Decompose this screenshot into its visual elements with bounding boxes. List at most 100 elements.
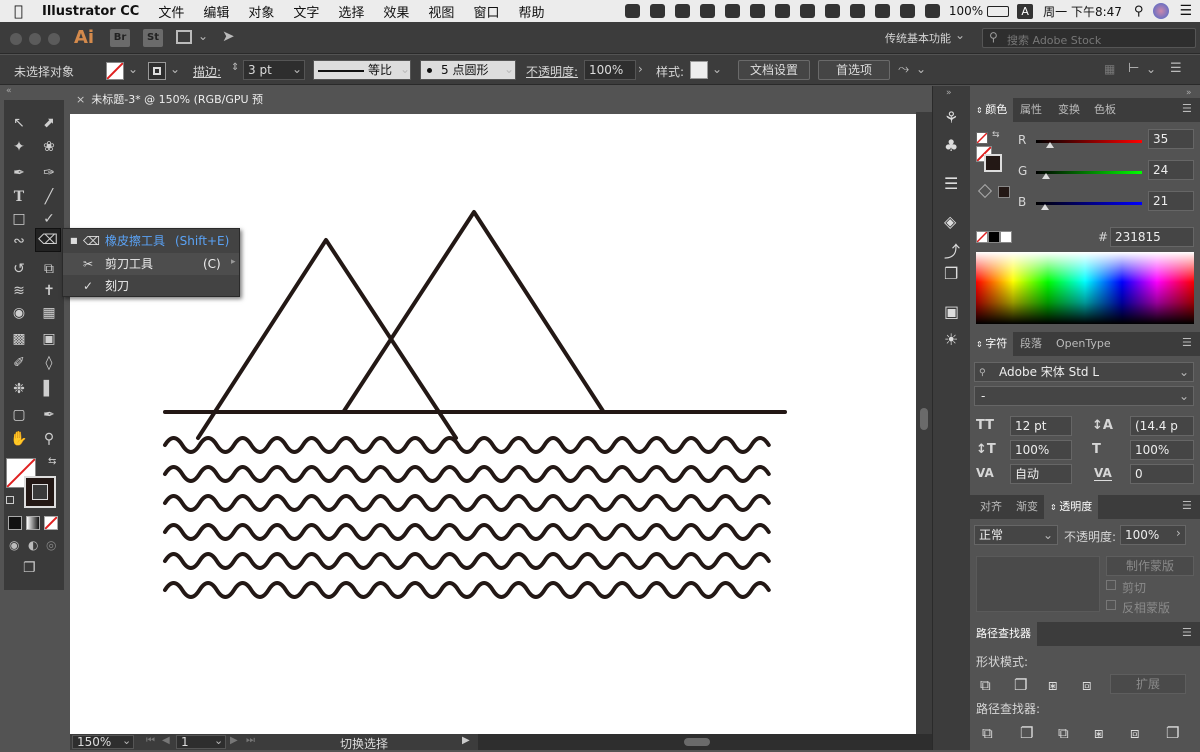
symbols-icon[interactable]: ♣	[944, 136, 958, 155]
menu-effect[interactable]: 效果	[383, 2, 409, 21]
invert-mask-checkbox[interactable]	[1106, 600, 1116, 610]
menu-help[interactable]: 帮助	[518, 2, 544, 21]
default-colors-icon[interactable]	[6, 496, 14, 504]
battery-icon[interactable]	[987, 5, 1010, 17]
menu-edit[interactable]: 编辑	[203, 2, 229, 21]
chevron-right-icon[interactable]: ›	[1176, 526, 1181, 540]
collapse-dock-icon[interactable]: »	[946, 88, 952, 98]
expand-button[interactable]: 扩展	[1110, 674, 1186, 694]
airplay-icon[interactable]	[849, 4, 865, 18]
color-mode-icon[interactable]	[8, 516, 22, 530]
lasso-tool-icon[interactable]: ❀	[37, 136, 61, 158]
chevron-down-icon[interactable]: ⌄	[504, 62, 514, 76]
shape-builder-tool-icon[interactable]: ◉	[7, 302, 31, 324]
stock-button[interactable]: St	[143, 29, 163, 47]
chevron-down-icon[interactable]: ⌄	[122, 734, 131, 747]
menu-app-name[interactable]: Illustrator CC	[42, 4, 139, 19]
g-slider[interactable]	[1036, 171, 1142, 174]
chevron-down-icon[interactable]: ⌄	[1146, 62, 1156, 76]
spotlight-icon[interactable]: ⚲	[1134, 4, 1144, 19]
graphic-style-swatch[interactable]	[690, 61, 708, 79]
shaper-tool-icon[interactable]: ∾	[7, 230, 31, 252]
line-segment-tool-icon[interactable]: ╱	[37, 186, 61, 208]
appearance-icon[interactable]: ☀	[944, 330, 958, 349]
status-app-icon[interactable]	[624, 4, 640, 18]
crop-icon[interactable]: ⧆	[1094, 724, 1104, 742]
menu-type[interactable]: 文字	[293, 2, 319, 21]
image-trace-icon[interactable]: ▣	[944, 302, 959, 321]
mini-fill-swatch[interactable]	[976, 132, 988, 144]
slider-handle-icon[interactable]	[1046, 142, 1054, 148]
apple-icon[interactable]: 	[14, 2, 23, 20]
draw-behind-icon[interactable]: ◐	[28, 538, 38, 552]
tab-character[interactable]: ⇕ 字符	[970, 332, 1014, 356]
wave-line[interactable]	[163, 436, 771, 454]
stock-search-field[interactable]: ⚲ 搜索 Adobe Stock	[982, 28, 1196, 48]
font-style-field[interactable]: - ⌄	[974, 386, 1194, 406]
tab-paragraph[interactable]: 段落	[1014, 332, 1048, 356]
stroke-panel-icon[interactable]: ☰	[944, 174, 958, 193]
warp-tool-icon[interactable]: ≋	[7, 280, 31, 302]
chevron-down-icon[interactable]: ⌄	[400, 62, 410, 76]
transform-icon[interactable]: ⊢	[1128, 61, 1139, 76]
minus-front-icon[interactable]: ❐	[1014, 676, 1027, 694]
selection-tool-icon[interactable]: ↖	[7, 112, 31, 134]
wave-line[interactable]	[163, 552, 771, 570]
tab-opentype[interactable]: OpenType	[1050, 332, 1117, 356]
close-window-button[interactable]	[10, 33, 22, 45]
font-family-field[interactable]: ⚲ Adobe 宋体 Std L ⌄	[974, 362, 1194, 382]
tab-transform[interactable]: 变换	[1052, 98, 1086, 122]
white-swatch[interactable]	[1000, 231, 1012, 243]
artwork[interactable]	[70, 114, 916, 734]
document-setup-button[interactable]: 文档设置	[738, 60, 810, 80]
chevron-down-icon[interactable]: ⌄	[955, 28, 965, 42]
tearoff-arrow-icon[interactable]: ▸	[231, 257, 236, 267]
paintbrush-tool-icon[interactable]: ✓	[37, 208, 61, 230]
curvature-tool-icon[interactable]: ✑	[37, 162, 61, 184]
brush-definition[interactable]: 5 点圆形	[420, 60, 516, 80]
tab-pathfinder[interactable]: 路径查找器	[970, 622, 1037, 646]
slider-handle-icon[interactable]	[1042, 173, 1050, 179]
zoom-window-button[interactable]	[48, 33, 60, 45]
gradient-tool-icon[interactable]: ▣	[37, 328, 61, 350]
b-slider[interactable]	[1036, 202, 1142, 205]
bridge-button[interactable]: Br	[110, 29, 130, 47]
screen-mode-icon[interactable]: ❐	[23, 560, 36, 576]
chevron-down-icon[interactable]: ⌄	[1179, 363, 1189, 381]
chevron-down-icon[interactable]: ⌄	[916, 62, 926, 76]
tracking-field[interactable]: 0	[1130, 464, 1194, 484]
export-icon[interactable]: ⤴	[944, 238, 960, 262]
artboard-tool-icon[interactable]: ▢	[7, 404, 31, 426]
chevron-down-icon[interactable]: ⌄	[170, 62, 180, 76]
wave-line[interactable]	[163, 523, 771, 541]
none-mode-icon[interactable]	[44, 516, 58, 530]
minimize-window-button[interactable]	[29, 33, 41, 45]
draw-inside-icon[interactable]: ◎	[46, 538, 56, 552]
hex-field[interactable]: 231815	[1110, 227, 1194, 247]
bluetooth-icon[interactable]	[874, 4, 890, 18]
b-value-field[interactable]: 21	[1148, 191, 1194, 211]
status-app-icon[interactable]	[774, 4, 790, 18]
last-artboard-icon[interactable]: ⏭	[246, 735, 255, 746]
swap-fill-stroke-icon[interactable]: ⇆	[992, 130, 1000, 140]
eraser-tool-icon[interactable]: ⌫	[35, 228, 61, 252]
wifi-icon[interactable]	[899, 4, 915, 18]
r-value-field[interactable]: 35	[1148, 129, 1194, 149]
tab-swatches[interactable]: 色板	[1088, 98, 1122, 122]
opacity-mask-thumbnail[interactable]	[976, 556, 1100, 612]
fill-swatch[interactable]	[106, 62, 124, 80]
chevron-down-icon[interactable]: ⌄	[198, 29, 208, 43]
wechat-icon[interactable]	[649, 4, 665, 18]
preferences-button[interactable]: 首选项	[818, 60, 890, 80]
horizontal-scrollbar-thumb[interactable]	[684, 738, 710, 746]
chevron-down-icon[interactable]: ⌄	[292, 62, 302, 76]
wave-line[interactable]	[163, 581, 771, 599]
color-stroke-box[interactable]	[984, 154, 1002, 172]
stepper-icon[interactable]: ⇕	[231, 62, 239, 73]
swap-fill-stroke-icon[interactable]: ⇆	[48, 456, 56, 467]
make-mask-button[interactable]: 制作蒙版	[1106, 556, 1194, 576]
panel-menu-icon[interactable]: ☰	[1182, 102, 1192, 115]
tab-attributes[interactable]: 属性	[1014, 98, 1048, 122]
menu-file[interactable]: 文件	[158, 2, 184, 21]
stroke-color-box[interactable]	[24, 476, 56, 508]
